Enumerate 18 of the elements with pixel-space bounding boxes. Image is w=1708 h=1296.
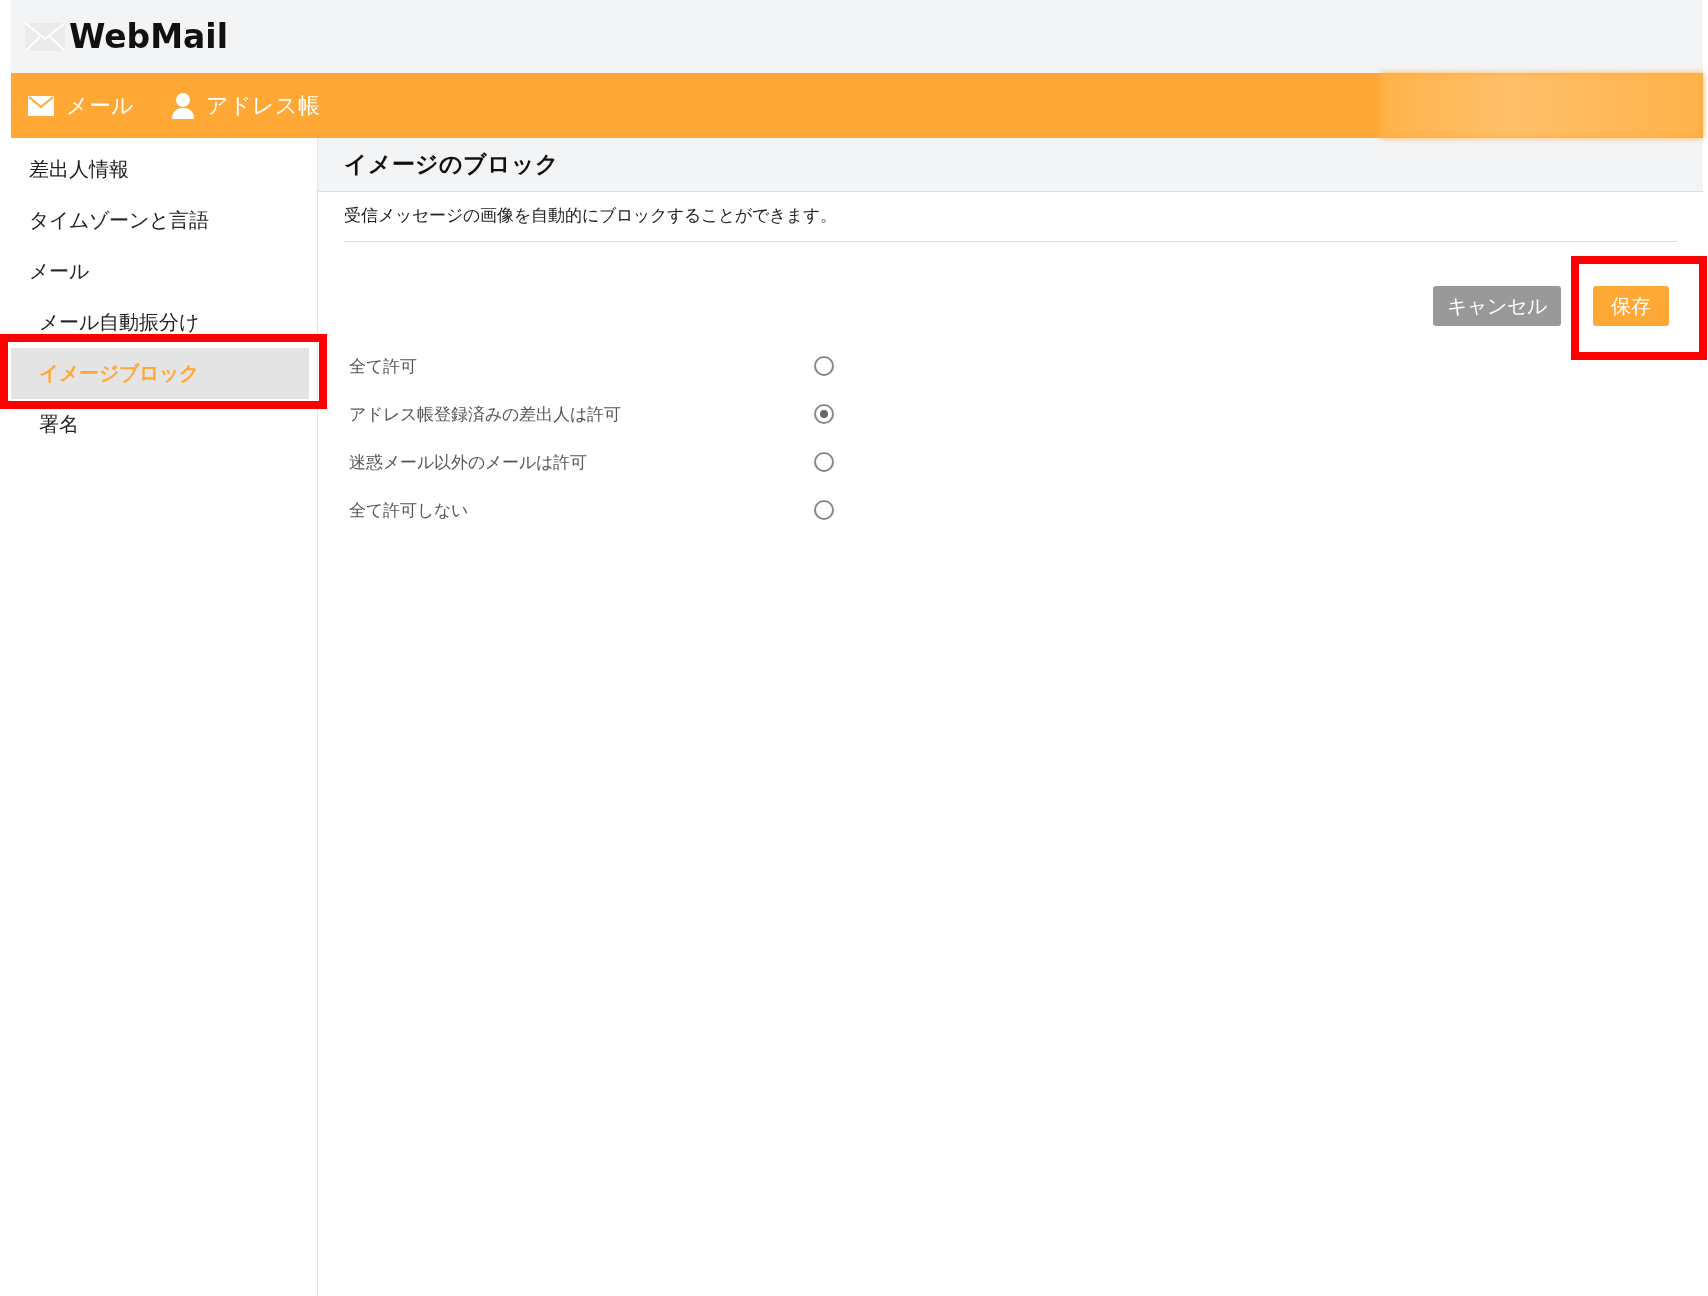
radio-button[interactable] (814, 356, 834, 376)
option-label: 全て許可 (349, 354, 418, 378)
radio-button[interactable] (814, 452, 834, 472)
option-label: アドレス帳登録済みの差出人は許可 (349, 402, 622, 426)
sidebar-item[interactable]: 差出人情報 (11, 144, 317, 195)
person-icon (172, 92, 194, 119)
envelope-icon (28, 95, 54, 116)
sidebar-item[interactable]: メール (11, 246, 317, 297)
option-label: 全て許可しない (349, 498, 469, 522)
section-title: イメージのブロック (318, 138, 1703, 192)
radio-button[interactable] (814, 404, 834, 424)
description-text: 受信メッセージの画像を自動的にブロックすることができます。 (344, 192, 1677, 242)
sidebar-item[interactable]: タイムゾーンと言語 (11, 195, 317, 246)
logo-text: WebMail (69, 17, 228, 56)
radio-button[interactable] (814, 500, 834, 520)
sidebar-item[interactable]: 署名 (11, 399, 317, 450)
sidebar-item[interactable]: メール自動振分け (11, 297, 317, 348)
option-label: 迷惑メール以外のメールは許可 (349, 450, 588, 474)
